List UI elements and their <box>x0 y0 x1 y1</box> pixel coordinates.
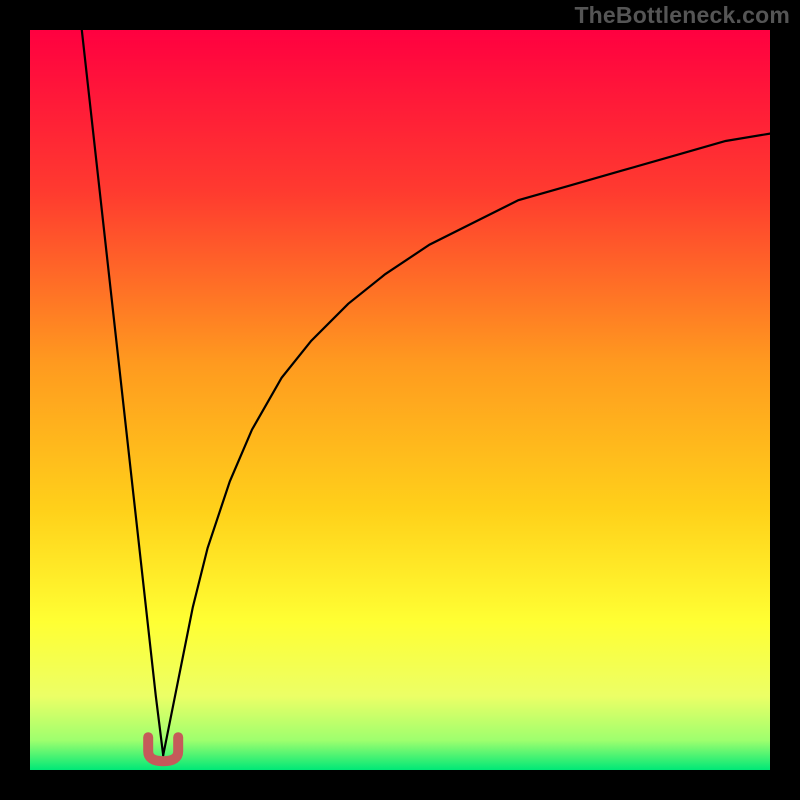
right-curve <box>163 134 770 756</box>
plot-area <box>30 30 770 770</box>
curves-layer <box>30 30 770 770</box>
left-curve <box>82 30 163 755</box>
chart-container: TheBottleneck.com <box>0 0 800 800</box>
watermark-text: TheBottleneck.com <box>574 2 790 29</box>
